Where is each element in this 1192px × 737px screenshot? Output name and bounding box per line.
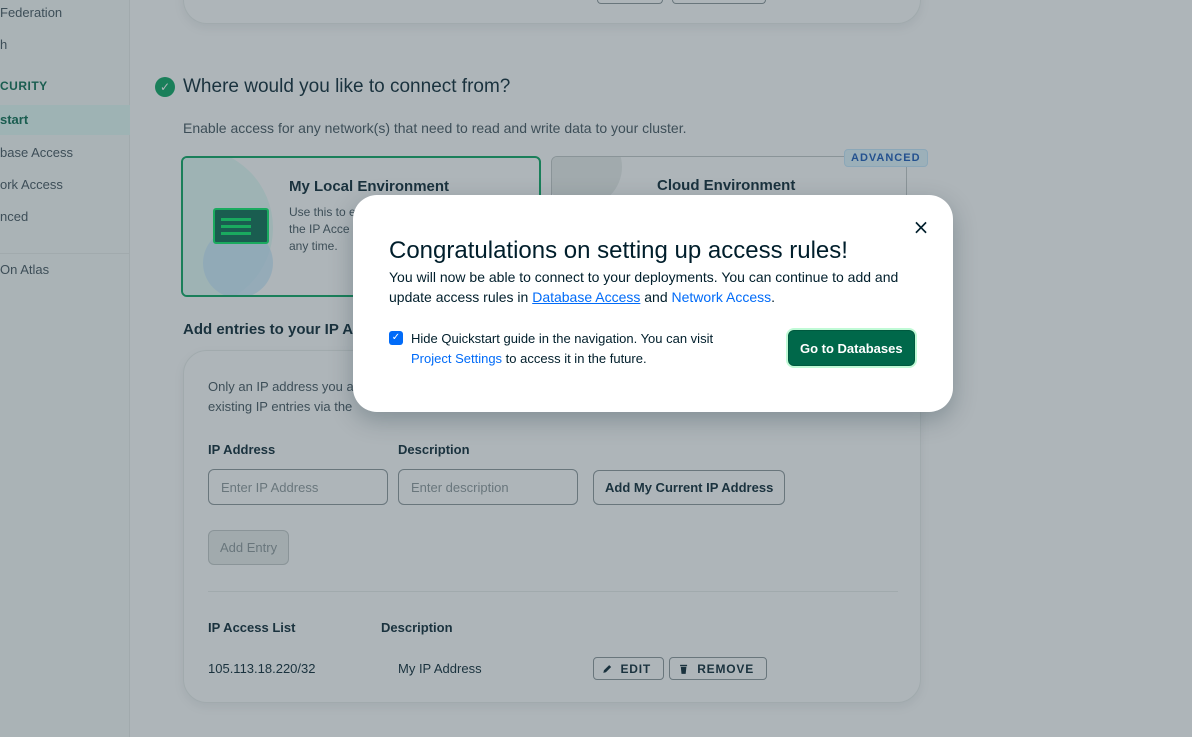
congratulations-modal: × Congratulations on setting up access r… [353, 195, 953, 412]
checkbox-text-suffix: to access it in the future. [505, 351, 647, 366]
go-to-databases-button[interactable]: Go to Databases [788, 330, 915, 366]
close-icon[interactable]: × [911, 217, 931, 237]
checkbox-text: Hide Quickstart guide in the navigation.… [411, 331, 714, 346]
hide-quickstart-label: Hide Quickstart guide in the navigation.… [411, 329, 751, 369]
modal-body: You will now be able to connect to your … [389, 267, 919, 307]
modal-title: Congratulations on setting up access rul… [389, 237, 848, 264]
database-access-link[interactable]: Database Access [532, 289, 640, 305]
modal-body-period: . [771, 289, 775, 305]
hide-quickstart-checkbox[interactable]: ✓ [389, 331, 403, 345]
network-access-link[interactable]: Network Access [672, 289, 772, 305]
project-settings-link[interactable]: Project Settings [411, 351, 502, 366]
hide-quickstart-row: ✓ Hide Quickstart guide in the navigatio… [389, 329, 751, 369]
modal-body-and: and [644, 289, 668, 305]
